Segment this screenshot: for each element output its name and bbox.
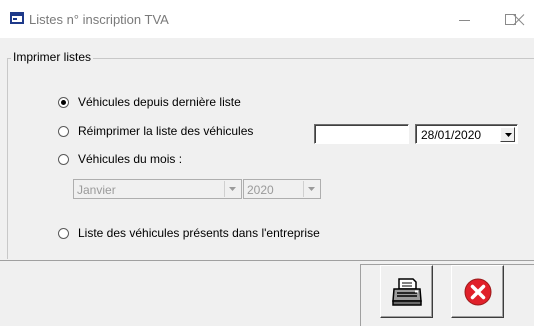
- title-bar: Listes n° inscription TVA: [0, 0, 534, 38]
- radio-button[interactable]: [58, 96, 69, 108]
- option-label: Véhicules depuis dernière liste: [78, 95, 241, 109]
- month-dropdown-button[interactable]: [224, 181, 240, 197]
- window-title: Listes n° inscription TVA: [29, 12, 169, 27]
- year-dropdown-button[interactable]: [303, 181, 319, 197]
- minimize-icon: [459, 20, 470, 21]
- minimize-button[interactable]: [442, 0, 488, 38]
- chevron-down-icon: [505, 133, 512, 137]
- month-select[interactable]: Janvier: [73, 179, 242, 199]
- list-number-input[interactable]: [314, 124, 409, 144]
- cancel-button[interactable]: [451, 265, 504, 318]
- option-label: Réimprimer la liste des véhicules: [78, 124, 254, 138]
- option-label: Liste des véhicules présents dans l'entr…: [78, 226, 320, 240]
- radio-button[interactable]: [58, 227, 69, 239]
- option-label: Véhicules du mois :: [78, 152, 183, 166]
- option-vehicles-in-company[interactable]: Liste des véhicules présents dans l'entr…: [58, 226, 320, 240]
- option-reprint-list[interactable]: Réimprimer la liste des véhicules: [58, 124, 253, 138]
- cancel-x-icon: [464, 278, 492, 306]
- year-value: 2020: [247, 183, 274, 197]
- option-since-last-list[interactable]: Véhicules depuis dernière liste: [58, 95, 241, 109]
- close-window-button[interactable]: [507, 0, 534, 38]
- group-label: Imprimer listes: [11, 50, 94, 64]
- radio-button[interactable]: [58, 125, 69, 137]
- year-select[interactable]: 2020: [243, 179, 321, 199]
- print-button[interactable]: [380, 265, 433, 318]
- divider: [0, 260, 534, 261]
- chevron-down-icon: [229, 187, 236, 191]
- date-value: 28/01/2020: [421, 128, 482, 142]
- option-month-vehicles[interactable]: Véhicules du mois :: [58, 152, 182, 166]
- radio-button[interactable]: [58, 153, 69, 165]
- form-window-icon: [10, 12, 24, 24]
- chevron-down-icon: [308, 187, 315, 191]
- date-dropdown-button[interactable]: [500, 127, 515, 142]
- date-picker[interactable]: 28/01/2020: [415, 124, 518, 144]
- close-icon: [513, 14, 525, 26]
- printer-icon: [392, 278, 422, 306]
- month-value: Janvier: [77, 183, 116, 197]
